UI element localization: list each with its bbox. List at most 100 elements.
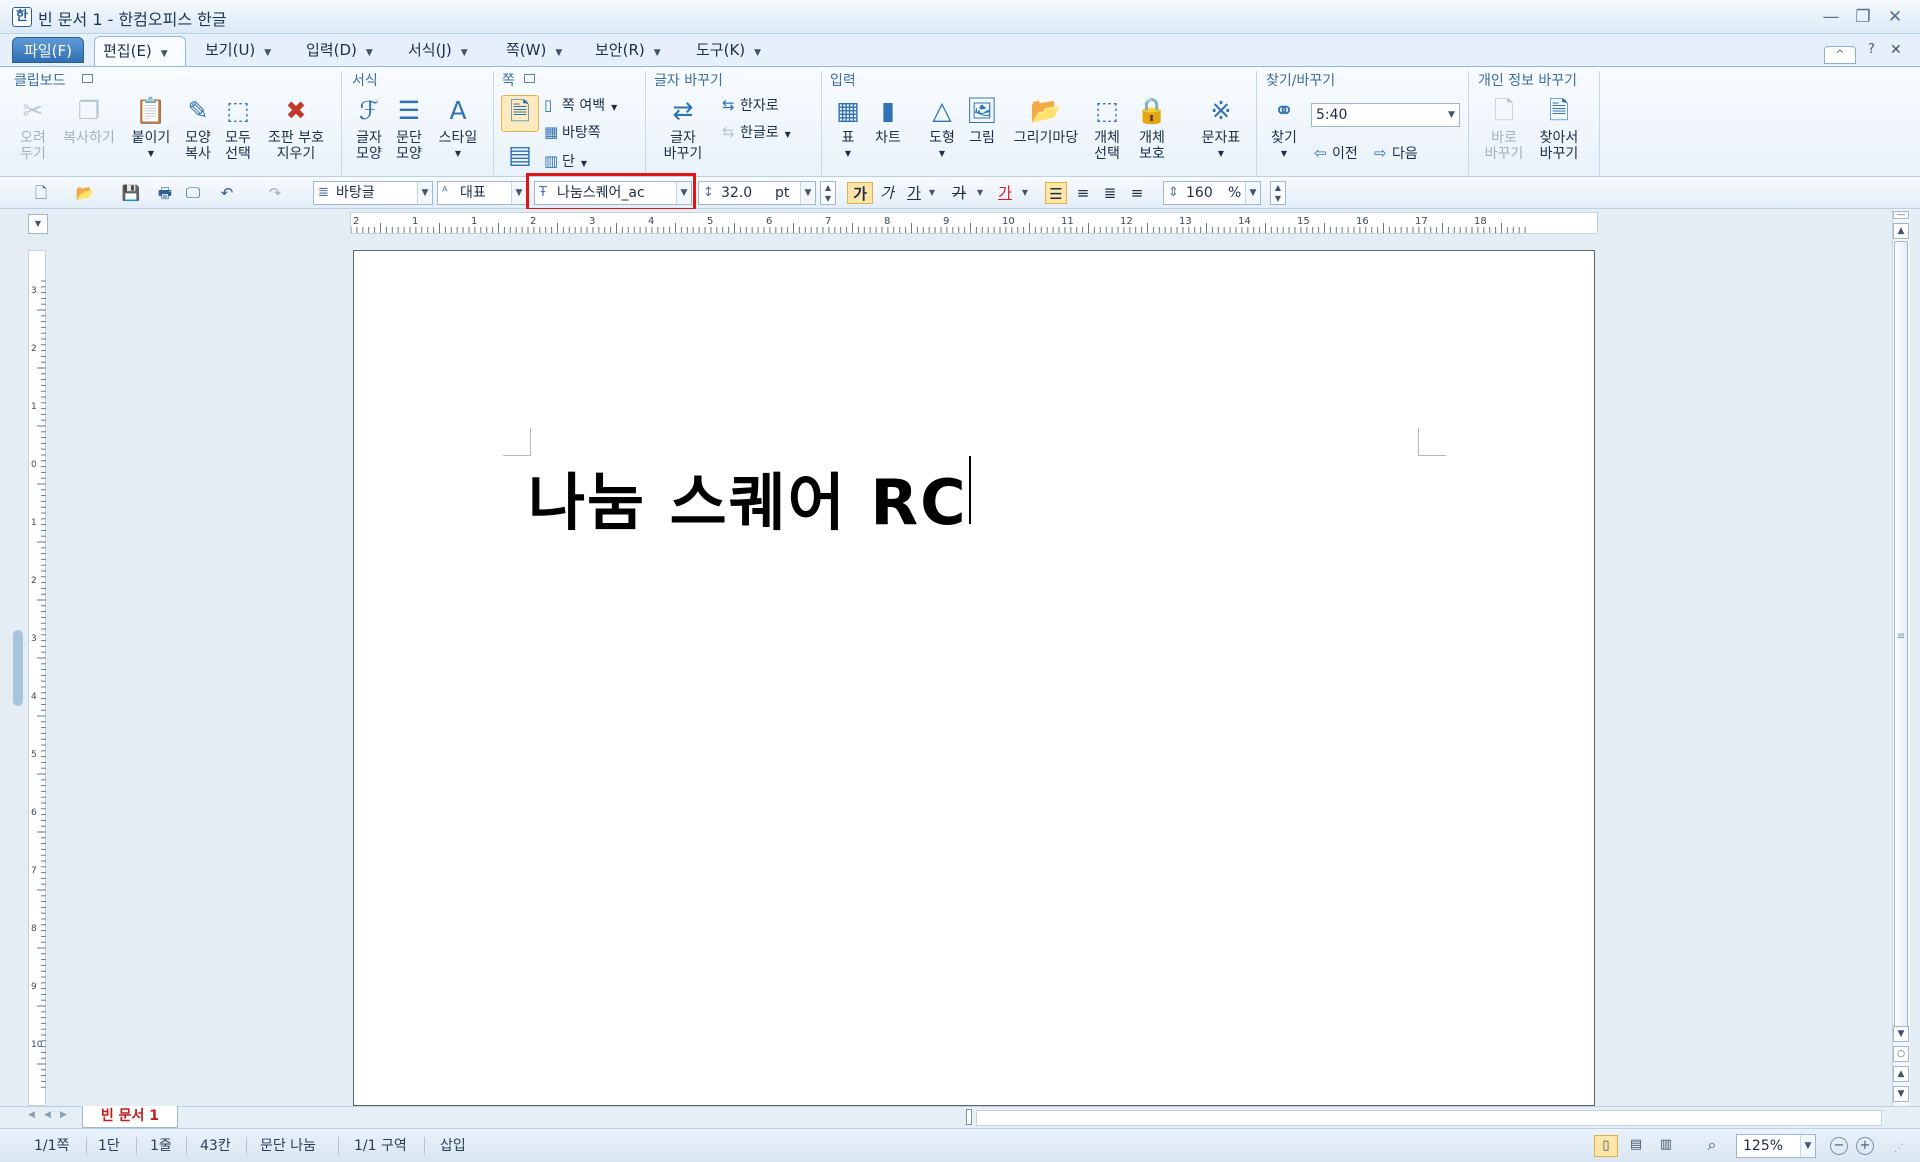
- style-button[interactable]: A 스타일 ▼: [432, 95, 484, 162]
- horizontal-scrollbar[interactable]: [976, 1110, 1882, 1126]
- document-tab[interactable]: 빈 문서 1: [82, 1106, 178, 1128]
- status-page[interactable]: 1/1쪽: [34, 1129, 69, 1162]
- menu-format[interactable]: 서식(J) ▼: [408, 34, 468, 66]
- cut-button[interactable]: ✂ 오려 두기: [12, 95, 54, 162]
- normal-view-icon[interactable]: ▤: [1624, 1135, 1648, 1157]
- align-right-icon[interactable]: ≡: [1126, 182, 1148, 204]
- scroll-down-icon[interactable]: ▼: [1893, 1026, 1909, 1042]
- tab-scroll-left-icon[interactable]: ◀: [44, 1110, 51, 1120]
- menu-file[interactable]: 파일(F): [12, 37, 84, 63]
- line-spacing-stepper[interactable]: ▲ ▼: [1270, 181, 1286, 205]
- zoom-out-icon[interactable]: −: [1830, 1137, 1848, 1155]
- find-button[interactable]: ⚭ 찾기 ▼: [1264, 95, 1304, 162]
- help-button[interactable]: ?: [1868, 34, 1875, 66]
- table-button[interactable]: ▦ 표 ▼: [828, 95, 868, 162]
- tab-type-button[interactable]: ▼: [28, 214, 48, 234]
- group-options-icon[interactable]: [82, 74, 93, 83]
- chart-button[interactable]: ▮ 차트: [868, 95, 908, 146]
- align-left-icon[interactable]: ≡: [1072, 182, 1094, 204]
- object-protect-button[interactable]: 🔒 개체 보호: [1130, 95, 1174, 162]
- split-handle[interactable]: —: [1893, 211, 1909, 220]
- to-hanja-button[interactable]: ⇆ 한자로: [722, 95, 779, 115]
- font-color-button[interactable]: 가: [994, 182, 1016, 204]
- drawing-gallery-button[interactable]: 📂 그리기마당: [1006, 95, 1086, 146]
- clear-marks-button[interactable]: ✖ 조판 부호 지우기: [262, 95, 330, 162]
- font-size-select[interactable]: ↕ 32.0 pt ▼: [698, 181, 816, 205]
- redo-icon[interactable]: ↷: [264, 182, 286, 204]
- shape-button[interactable]: △ 도형 ▼: [922, 95, 962, 162]
- close-button[interactable]: ✕: [1882, 6, 1908, 28]
- restore-button[interactable]: ❐: [1850, 6, 1876, 28]
- char-shape-button[interactable]: ℱ 글자 모양: [350, 95, 388, 162]
- resize-grip-icon[interactable]: ⋰: [1894, 1143, 1904, 1154]
- chevron-down-icon[interactable]: ▼: [974, 182, 986, 204]
- to-hangul-button[interactable]: ⇆ 한글로 ▼: [722, 122, 791, 142]
- align-justify-icon[interactable]: ☰: [1045, 182, 1067, 204]
- italic-button[interactable]: 가: [876, 182, 898, 204]
- zoom-icon[interactable]: ⌕: [1700, 1135, 1724, 1157]
- document-page[interactable]: [353, 250, 1595, 1106]
- vertical-scrollbar[interactable]: — ▲ ≡ ▼ ○ ▲ ▼: [1892, 209, 1910, 1106]
- privacy-find-replace-button[interactable]: 🗎 찾아서 바꾸기: [1532, 95, 1586, 162]
- open-folder-icon[interactable]: 📂: [74, 182, 96, 204]
- new-document-icon[interactable]: 🗋: [30, 182, 52, 204]
- scroll-thumb[interactable]: ≡: [1894, 241, 1908, 1031]
- draft-view-icon[interactable]: ▥: [1654, 1135, 1678, 1157]
- document-text[interactable]: 나눔 스퀘어 RC: [528, 452, 968, 542]
- bold-button[interactable]: 가: [847, 182, 873, 204]
- prev-page-icon[interactable]: ▲: [1893, 1066, 1909, 1082]
- ribbon-collapse-button[interactable]: ^: [1824, 46, 1856, 64]
- menu-page[interactable]: 쪽(W) ▼: [506, 34, 562, 66]
- tab-scroll-right-icon[interactable]: ▶: [60, 1110, 67, 1120]
- strikethrough-button[interactable]: 가: [948, 182, 970, 204]
- close-doc-button[interactable]: ✕: [1890, 34, 1902, 66]
- picture-button[interactable]: 🖼 그림: [962, 95, 1002, 146]
- save-icon[interactable]: 💾: [120, 182, 142, 204]
- scroll-up-icon[interactable]: ▲: [1893, 223, 1909, 239]
- print-preview-icon[interactable]: 🖵: [182, 182, 204, 204]
- select-browse-icon[interactable]: ○: [1893, 1046, 1909, 1062]
- page-view-icon[interactable]: ▯: [1594, 1135, 1618, 1157]
- select-all-button[interactable]: ⬚ 모두 선택: [218, 95, 258, 162]
- minimize-button[interactable]: —: [1818, 6, 1844, 28]
- zoom-in-icon[interactable]: +: [1856, 1137, 1874, 1155]
- tab-scroll-left-icon[interactable]: ◀: [28, 1110, 35, 1120]
- next-page-icon[interactable]: ▼: [1893, 1086, 1909, 1102]
- find-search-input[interactable]: 5:40: [1311, 103, 1460, 127]
- para-shape-button[interactable]: ☰ 문단 모양: [390, 95, 428, 162]
- menu-security[interactable]: 보안(R) ▼: [595, 34, 661, 66]
- split-handle[interactable]: [966, 1109, 972, 1125]
- vertical-ruler[interactable]: 3 2 1 0 1 2 3 4 5 6 7 8 9 10: [28, 250, 46, 1106]
- underline-button[interactable]: 가: [903, 182, 925, 204]
- chevron-down-icon[interactable]: ▼: [161, 49, 168, 59]
- find-next-button[interactable]: ⇨ 다음: [1374, 143, 1418, 163]
- chevron-down-icon[interactable]: ▼: [1019, 182, 1031, 204]
- language-select[interactable]: ᴬ 대표 ▼: [437, 181, 527, 205]
- group-options-icon[interactable]: [524, 74, 535, 83]
- format-copy-button[interactable]: ✎ 모양 복사: [178, 95, 218, 162]
- chevron-down-icon[interactable]: ▼: [926, 182, 938, 204]
- chevron-down-icon[interactable]: ▼: [1444, 104, 1459, 126]
- zoom-select[interactable]: 125% ▼: [1736, 1134, 1816, 1158]
- symbols-button[interactable]: ※ 문자표 ▼: [1194, 95, 1248, 162]
- page-layout-button[interactable]: 🗎: [501, 95, 539, 132]
- print-icon[interactable]: 🖶: [154, 182, 176, 204]
- find-prev-button[interactable]: ⇦ 이전: [1314, 143, 1358, 163]
- status-insert-mode[interactable]: 삽입: [440, 1129, 466, 1162]
- column-button[interactable]: ▥ 단 ▼: [544, 151, 587, 171]
- page-view-button[interactable]: ▤: [501, 139, 539, 174]
- paste-button[interactable]: 📋 붙이기 ▼: [126, 95, 176, 162]
- object-select-button[interactable]: ⬚ 개체 선택: [1088, 95, 1126, 162]
- background-page-button[interactable]: ▦ 바탕쪽: [544, 122, 601, 142]
- line-spacing-select[interactable]: ⇕ 160% ▼: [1163, 181, 1261, 205]
- replace-now-button[interactable]: 🗋 바로 바꾸기: [1480, 95, 1528, 162]
- menu-insert[interactable]: 입력(D) ▼: [306, 34, 373, 66]
- copy-button[interactable]: ❐ 복사하기: [58, 95, 120, 146]
- side-panel-handle[interactable]: [13, 630, 23, 706]
- font-size-stepper[interactable]: ▲ ▼: [820, 181, 836, 205]
- menu-view[interactable]: 보기(U) ▼: [205, 34, 271, 66]
- menu-tools[interactable]: 도구(K) ▼: [696, 34, 761, 66]
- undo-icon[interactable]: ↶: [216, 182, 238, 204]
- horizontal-ruler[interactable]: 2 1 1 2 3 4 5 6 7 8 9 10 11 12 13 14 15 16 17 18: [350, 212, 1598, 234]
- char-replace-button[interactable]: ⇄ 글자 바꾸기: [652, 95, 714, 162]
